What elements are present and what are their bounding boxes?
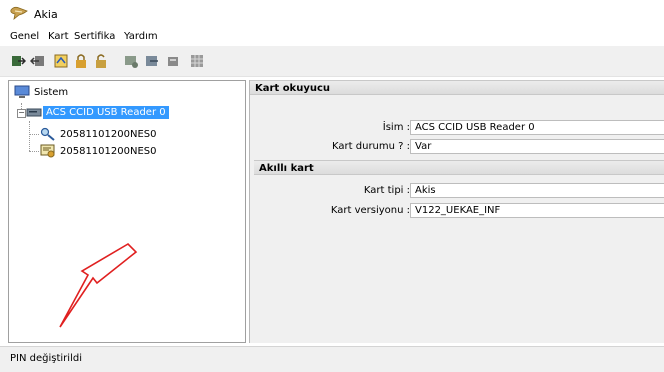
title-bar: Akia — [0, 0, 664, 28]
tree-item-sistem[interactable]: Sistem — [14, 84, 68, 100]
certificate-icon[interactable] — [123, 53, 139, 69]
detail-panel: Kart okuyucu İsim : ACS CCID USB Reader … — [249, 80, 664, 343]
certificate-icon — [40, 144, 55, 158]
tree-item-label: Sistem — [34, 86, 69, 98]
card-type-field[interactable]: Akis — [410, 183, 664, 198]
card-type-label: Kart tipi : — [363, 185, 410, 196]
unlock-icon[interactable] — [93, 53, 109, 69]
status-bar: PIN değiştirildi — [0, 346, 664, 372]
toolbar — [0, 46, 664, 77]
menu-yardim[interactable]: Yardım — [124, 31, 158, 42]
logout-icon[interactable] — [30, 53, 46, 69]
akia-logo-icon — [10, 6, 28, 20]
name-field[interactable]: ACS CCID USB Reader 0 — [410, 120, 664, 135]
tree-item-card-2[interactable]: 20581101200NES0 — [40, 143, 157, 159]
key-icon[interactable] — [165, 53, 181, 69]
tree-item-card-1[interactable]: 20581101200NES0 — [40, 126, 157, 142]
card-reader-icon — [26, 108, 42, 117]
search-key-icon — [40, 127, 55, 141]
menu-bar: Genel Kart Sertifika Yardım — [0, 28, 664, 46]
tree-expander[interactable]: − — [17, 109, 26, 118]
tree-item-reader[interactable]: ACS CCID USB Reader 0 — [26, 104, 169, 120]
name-label: İsim : — [382, 122, 410, 133]
tree-connector — [29, 121, 30, 151]
sign-document-icon[interactable] — [53, 53, 69, 69]
tree-item-label: 20581101200NES0 — [60, 145, 157, 157]
export-icon[interactable] — [144, 53, 160, 69]
computer-icon — [14, 85, 30, 98]
card-status-field[interactable]: Var — [410, 139, 664, 154]
tree-item-label: 20581101200NES0 — [60, 128, 157, 140]
section-header-card: Akıllı kart — [254, 160, 664, 175]
tree-connector — [29, 151, 39, 152]
device-tree: Sistem − ACS CCID USB Reader 0 205811012… — [8, 80, 246, 343]
login-icon[interactable] — [10, 53, 26, 69]
status-message: PIN değiştirildi — [10, 353, 82, 364]
menu-kart[interactable]: Kart — [48, 31, 69, 42]
grid-icon[interactable] — [189, 53, 205, 69]
tree-connector — [29, 134, 39, 135]
menu-sertifika[interactable]: Sertifika — [74, 31, 115, 42]
card-version-field[interactable]: V122_UEKAE_INF — [410, 203, 664, 218]
menu-genel[interactable]: Genel — [10, 31, 39, 42]
section-header-reader: Kart okuyucu — [250, 80, 664, 95]
card-status-label: Kart durumu ? : — [332, 141, 410, 152]
tree-item-label: ACS CCID USB Reader 0 — [43, 105, 169, 119]
card-version-label: Kart versiyonu : — [330, 205, 410, 216]
lock-icon[interactable] — [73, 53, 89, 69]
window-title: Akia — [34, 8, 58, 21]
